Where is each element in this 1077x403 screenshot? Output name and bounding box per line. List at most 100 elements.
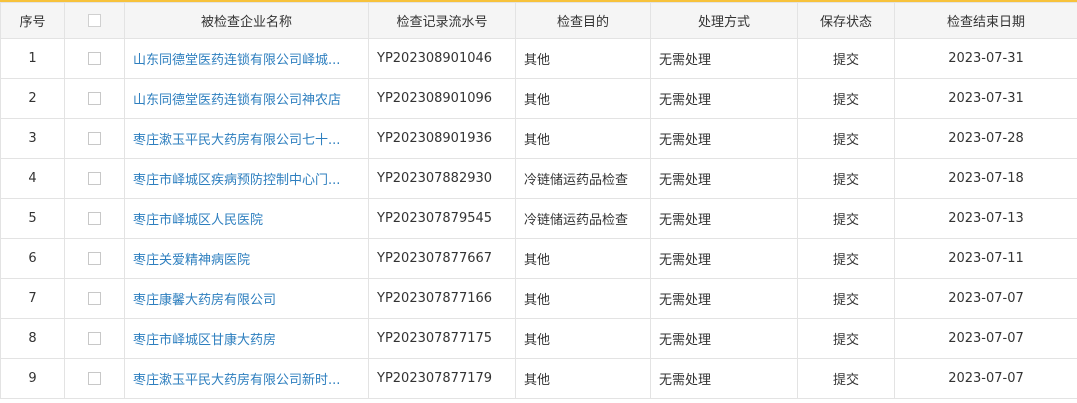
- enterprise-name-cell: 枣庄关爱精神病医院: [124, 238, 369, 279]
- serial-number-cell: YP202308901936: [368, 118, 516, 159]
- handling-cell: 无需处理: [650, 158, 798, 199]
- select-all-checkbox[interactable]: [88, 14, 101, 27]
- enterprise-name-link[interactable]: 枣庄漱玉平民大药房有限公司新时...: [133, 373, 340, 388]
- end-date-cell: 2023-07-07: [894, 358, 1077, 399]
- row-select-cell[interactable]: [64, 358, 125, 399]
- column-header-purpose: 检查目的: [515, 2, 651, 39]
- save-status-cell: 提交: [797, 118, 895, 159]
- purpose-cell: 其他: [515, 118, 651, 159]
- row-select-cell[interactable]: [64, 38, 125, 79]
- row-index-cell: 7: [0, 278, 65, 319]
- table-row[interactable]: 1 山东同德堂医药连锁有限公司峄城... YP202308901046 其他 无需处理提…: [0, 38, 1077, 79]
- enterprise-name-cell: 山东同德堂医药连锁有限公司神农店: [124, 78, 369, 119]
- column-header-handling: 处理方式: [650, 2, 798, 39]
- enterprise-name-cell: 枣庄康馨大药房有限公司: [124, 278, 369, 319]
- save-status-cell: 提交: [797, 318, 895, 359]
- enterprise-name-link[interactable]: 枣庄市峄城区疾病预防控制中心门...: [133, 173, 340, 188]
- row-select-cell[interactable]: [64, 198, 125, 239]
- end-date-cell: 2023-07-28: [894, 118, 1077, 159]
- row-select-cell[interactable]: [64, 278, 125, 319]
- table-row[interactable]: 9 枣庄漱玉平民大药房有限公司新时... YP202307877179 其他 无需处理提…: [0, 358, 1077, 399]
- serial-number-cell: YP202307879545: [368, 198, 516, 239]
- row-index-cell: 3: [0, 118, 65, 159]
- table-header: 序号 被检查企业名称 检查记录流水号 检查目的 处理方式 保存状态 检查结束日期: [0, 2, 1077, 39]
- row-select-checkbox[interactable]: [88, 92, 101, 105]
- table-row[interactable]: 8 枣庄市峄城区甘康大药房 YP202307877175 其他 无需处理 提交 2023-0…: [0, 318, 1077, 359]
- enterprise-name-cell: 枣庄漱玉平民大药房有限公司新时...: [124, 358, 369, 399]
- handling-cell: 无需处理: [650, 318, 798, 359]
- save-status-cell: 提交: [797, 78, 895, 119]
- table-row[interactable]: 4 枣庄市峄城区疾病预防控制中心门... YP202307882930 冷链储运药品检…: [0, 158, 1077, 199]
- enterprise-name-link[interactable]: 枣庄关爱精神病医院: [133, 253, 250, 268]
- serial-number-cell: YP202307877179: [368, 358, 516, 399]
- row-index-cell: 6: [0, 238, 65, 279]
- column-header-index: 序号: [0, 2, 65, 39]
- end-date-cell: 2023-07-07: [894, 318, 1077, 359]
- save-status-cell: 提交: [797, 198, 895, 239]
- serial-number-cell: YP202307877175: [368, 318, 516, 359]
- row-select-cell[interactable]: [64, 238, 125, 279]
- table-row[interactable]: 3 枣庄漱玉平民大药房有限公司七十... YP202308901936 其他 无需处理提…: [0, 118, 1077, 159]
- row-select-checkbox[interactable]: [88, 212, 101, 225]
- serial-number-cell: YP202307877166: [368, 278, 516, 319]
- table-row[interactable]: 2 山东同德堂医药连锁有限公司神农店 YP202308901096 其他 无需处理 提交 2…: [0, 78, 1077, 119]
- enterprise-name-link[interactable]: 枣庄康馨大药房有限公司: [133, 293, 276, 308]
- table-body: 1 山东同德堂医药连锁有限公司峄城... YP202308901046 其他 无需处理提…: [0, 38, 1077, 399]
- table-row[interactable]: 6 枣庄关爱精神病医院 YP202307877667 其他 无需处理 提交 2023-07-…: [0, 238, 1077, 279]
- purpose-cell: 冷链储运药品检查: [515, 198, 651, 239]
- end-date-cell: 2023-07-31: [894, 38, 1077, 79]
- purpose-cell: 冷链储运药品检查: [515, 158, 651, 199]
- handling-cell: 无需处理: [650, 278, 798, 319]
- save-status-cell: 提交: [797, 278, 895, 319]
- handling-cell: 无需处理: [650, 118, 798, 159]
- enterprise-name-cell: 枣庄市峄城区人民医院: [124, 198, 369, 239]
- enterprise-name-cell: 枣庄市峄城区甘康大药房: [124, 318, 369, 359]
- row-select-checkbox[interactable]: [88, 372, 101, 385]
- inspection-records-table: 序号 被检查企业名称 检查记录流水号 检查目的 处理方式 保存状态 检查结束日期…: [0, 2, 1077, 399]
- row-index-cell: 9: [0, 358, 65, 399]
- row-select-cell[interactable]: [64, 318, 125, 359]
- row-select-checkbox[interactable]: [88, 332, 101, 345]
- handling-cell: 无需处理: [650, 78, 798, 119]
- row-select-checkbox[interactable]: [88, 172, 101, 185]
- row-select-checkbox[interactable]: [88, 132, 101, 145]
- column-header-select-all[interactable]: [64, 2, 125, 39]
- save-status-cell: 提交: [797, 358, 895, 399]
- purpose-cell: 其他: [515, 78, 651, 119]
- end-date-cell: 2023-07-07: [894, 278, 1077, 319]
- purpose-cell: 其他: [515, 238, 651, 279]
- end-date-cell: 2023-07-31: [894, 78, 1077, 119]
- handling-cell: 无需处理: [650, 198, 798, 239]
- handling-cell: 无需处理: [650, 38, 798, 79]
- column-header-save-status: 保存状态: [797, 2, 895, 39]
- row-select-cell[interactable]: [64, 158, 125, 199]
- enterprise-name-link[interactable]: 山东同德堂医药连锁有限公司神农店: [133, 93, 341, 108]
- column-header-end-date: 检查结束日期: [894, 2, 1077, 39]
- purpose-cell: 其他: [515, 38, 651, 79]
- row-select-checkbox[interactable]: [88, 292, 101, 305]
- enterprise-name-link[interactable]: 山东同德堂医药连锁有限公司峄城...: [133, 53, 340, 68]
- purpose-cell: 其他: [515, 278, 651, 319]
- row-index-cell: 5: [0, 198, 65, 239]
- header-row: 序号 被检查企业名称 检查记录流水号 检查目的 处理方式 保存状态 检查结束日期: [0, 2, 1077, 39]
- enterprise-name-link[interactable]: 枣庄市峄城区甘康大药房: [133, 333, 276, 348]
- row-index-cell: 8: [0, 318, 65, 359]
- end-date-cell: 2023-07-18: [894, 158, 1077, 199]
- column-header-serial-number: 检查记录流水号: [368, 2, 516, 39]
- handling-cell: 无需处理: [650, 238, 798, 279]
- table-row[interactable]: 7 枣庄康馨大药房有限公司 YP202307877166 其他 无需处理 提交 2023-0…: [0, 278, 1077, 319]
- enterprise-name-link[interactable]: 枣庄漱玉平民大药房有限公司七十...: [133, 133, 340, 148]
- save-status-cell: 提交: [797, 158, 895, 199]
- row-select-cell[interactable]: [64, 118, 125, 159]
- row-select-cell[interactable]: [64, 78, 125, 119]
- purpose-cell: 其他: [515, 358, 651, 399]
- row-select-checkbox[interactable]: [88, 252, 101, 265]
- enterprise-name-link[interactable]: 枣庄市峄城区人民医院: [133, 213, 263, 228]
- serial-number-cell: YP202307882930: [368, 158, 516, 199]
- table-row[interactable]: 5 枣庄市峄城区人民医院 YP202307879545 冷链储运药品检查 无需处理 提交 2…: [0, 198, 1077, 239]
- inspection-records-grid: 序号 被检查企业名称 检查记录流水号 检查目的 处理方式 保存状态 检查结束日期…: [0, 0, 1077, 403]
- row-index-cell: 2: [0, 78, 65, 119]
- row-select-checkbox[interactable]: [88, 52, 101, 65]
- save-status-cell: 提交: [797, 38, 895, 79]
- save-status-cell: 提交: [797, 238, 895, 279]
